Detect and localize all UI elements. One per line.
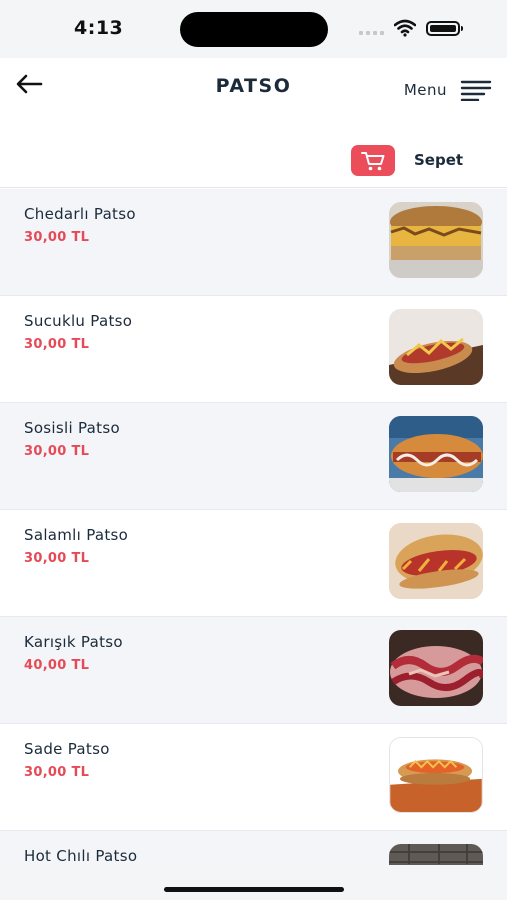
item-price: 30,00 TL — [24, 765, 90, 780]
item-price: 40,00 TL — [24, 658, 90, 673]
list-item[interactable]: Sucuklu Patso 30,00 TL — [0, 296, 507, 403]
menu-item-list: Chedarlı Patso 30,00 TL Sucuklu Patso 30… — [0, 189, 507, 900]
item-photo — [389, 737, 483, 813]
dynamic-island — [180, 12, 328, 47]
cart-button[interactable] — [351, 145, 395, 176]
item-name: Sade Patso — [24, 740, 110, 758]
item-name: Hot Chılı Patso — [24, 847, 138, 865]
battery-icon — [426, 21, 463, 36]
cart-bar: Sepet — [0, 118, 507, 188]
menu-lines-icon[interactable] — [460, 79, 492, 101]
item-name: Sosisli Patso — [24, 419, 120, 437]
cart-label[interactable]: Sepet — [414, 151, 463, 169]
status-bar: 4:13 — [0, 0, 507, 58]
list-item[interactable]: Chedarlı Patso 30,00 TL — [0, 189, 507, 296]
shopping-cart-icon — [361, 151, 385, 170]
item-name: Karışık Patso — [24, 633, 123, 651]
item-name: Salamlı Patso — [24, 526, 129, 544]
item-photo — [389, 309, 483, 385]
item-name: Sucuklu Patso — [24, 312, 133, 330]
item-photo — [389, 416, 483, 492]
wifi-icon — [394, 19, 416, 37]
item-price: 30,00 TL — [24, 444, 90, 459]
list-item[interactable]: Sosisli Patso 30,00 TL — [0, 403, 507, 510]
item-price: 30,00 TL — [24, 230, 90, 245]
item-photo — [389, 630, 483, 706]
home-indicator-area — [0, 865, 507, 900]
item-price: 30,00 TL — [24, 337, 90, 352]
list-item[interactable]: Karışık Patso 40,00 TL — [0, 617, 507, 724]
item-name: Chedarlı Patso — [24, 205, 136, 223]
menu-button-label[interactable]: Menu — [404, 81, 447, 99]
item-photo — [389, 523, 483, 599]
cellular-signal-icon — [359, 31, 384, 35]
status-time: 4:13 — [74, 17, 124, 39]
item-photo — [389, 202, 483, 278]
list-item[interactable]: Salamlı Patso 30,00 TL — [0, 510, 507, 617]
top-nav-bar: PATSO Menu — [0, 58, 507, 118]
home-indicator[interactable] — [164, 887, 344, 892]
item-price: 30,00 TL — [24, 551, 90, 566]
list-item[interactable]: Sade Patso 30,00 TL — [0, 724, 507, 831]
